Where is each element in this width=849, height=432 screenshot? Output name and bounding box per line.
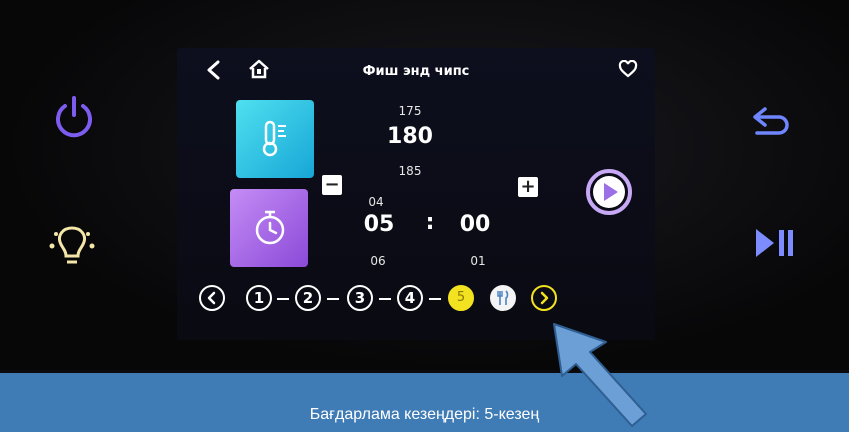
step-connector [327,298,339,300]
step-connector [379,298,391,300]
play-pause-icon [756,229,793,257]
temperature-next[interactable]: 185 [390,164,430,178]
chevron-left-icon [207,291,216,305]
undo-icon [753,107,789,135]
power-button[interactable] [50,93,98,141]
increase-button[interactable]: + [518,177,538,197]
undo-button[interactable] [749,103,797,139]
top-bar: Фиш энд чипс [177,48,655,94]
temperature-value[interactable]: 180 [385,124,435,149]
power-icon [56,96,92,138]
bulb-icon [49,226,95,264]
step-connector [277,298,289,300]
thermometer-icon [262,120,286,157]
oven-screen: Фиш энд чипс 175 180 185 − + 04 05 : 00 … [177,48,655,340]
step-1[interactable]: 1 [246,285,272,311]
chevron-right-icon [540,291,549,305]
step-2[interactable]: 2 [295,285,321,311]
annotation-arrow [553,323,647,427]
minutes-next[interactable]: 01 [463,254,493,268]
serve-step[interactable] [490,285,516,311]
play-pause-button[interactable] [752,226,800,260]
light-button[interactable] [44,218,100,274]
decrease-button[interactable]: − [322,175,342,195]
heart-icon[interactable] [618,60,638,78]
home-icon[interactable] [247,58,271,80]
caption-text: Бағдарлама кезеңдері: 5-кезең [309,406,540,423]
step-5-active[interactable]: 5 [448,285,474,311]
hours-previous[interactable]: 04 [361,195,391,209]
chevron-left-icon[interactable] [205,60,223,80]
temperature-tile[interactable] [236,100,314,178]
steps-prev-button[interactable] [199,285,225,311]
play-icon[interactable] [585,168,633,216]
fork-knife-icon [497,290,509,305]
timer-tile[interactable] [230,189,308,267]
step-4[interactable]: 4 [397,285,423,311]
temperature-previous[interactable]: 175 [390,104,430,118]
hours-value[interactable]: 05 [357,212,401,237]
time-separator: : [425,210,435,235]
program-title: Фиш энд чипс [362,64,470,79]
step-connector [429,298,441,300]
hours-next[interactable]: 06 [363,254,393,268]
step-3[interactable]: 3 [347,285,373,311]
minutes-value[interactable]: 00 [453,212,497,237]
timer-icon [255,210,285,245]
steps-next-button[interactable] [531,285,557,311]
